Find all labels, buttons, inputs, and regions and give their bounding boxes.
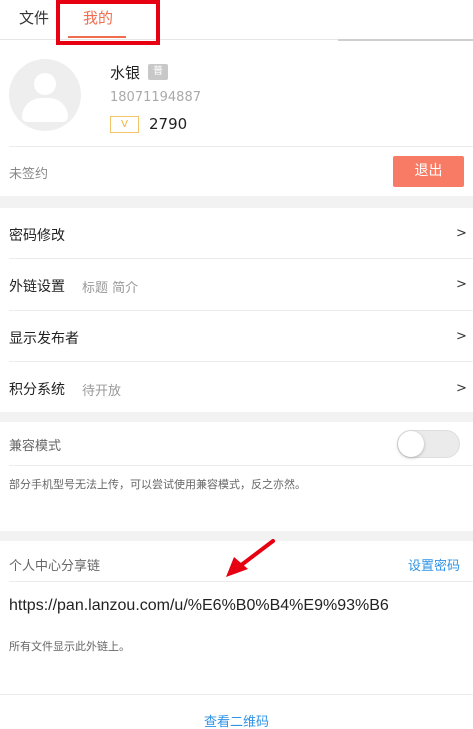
row-subtitle: 标题 简介 — [82, 281, 139, 296]
row-label: 外链设置 — [9, 279, 65, 295]
divider — [9, 258, 473, 259]
row-subtitle: 待开放 — [82, 384, 122, 399]
share-link-title: 个人中心分享链 — [9, 559, 101, 574]
chevron-right-icon: > — [456, 381, 467, 396]
compat-mode-label: 兼容模式 — [9, 439, 62, 454]
divider — [9, 310, 473, 311]
row-label: 显示发布者 — [9, 331, 79, 347]
compat-mode-toggle[interactable] — [397, 430, 460, 458]
username: 水银 — [110, 64, 141, 82]
share-url[interactable]: https://pan.lanzou.com/u/%E6%B0%B4%E9%93… — [9, 597, 389, 615]
divider — [0, 694, 473, 695]
compat-mode-description: 部分手机型号无法上传，可以尝试使用兼容模式，反之亦然。 — [9, 478, 306, 491]
avatar-head-shape — [34, 73, 56, 95]
avatar[interactable] — [9, 59, 81, 131]
annotation-highlight-box — [56, 0, 160, 45]
view-qr-code-link[interactable]: 查看二维码 — [0, 711, 473, 729]
sign-status: 未签约 — [9, 167, 49, 182]
share-note: 所有文件显示此外链上。 — [9, 640, 130, 653]
vip-badge: V — [110, 116, 139, 133]
row-label: 密码修改 — [9, 228, 65, 244]
tab-divider — [338, 39, 473, 41]
chevron-right-icon: > — [456, 277, 467, 292]
divider — [9, 146, 473, 147]
divider — [9, 361, 473, 362]
avatar-body-shape — [22, 98, 68, 122]
annotation-arrow-icon — [226, 539, 275, 577]
points-value: 2790 — [149, 115, 188, 133]
logout-button[interactable]: 退出 — [393, 156, 464, 187]
chevron-right-icon: > — [456, 226, 467, 241]
phone-number: 18071194887 — [110, 90, 201, 105]
tab-files[interactable]: 文件 — [19, 7, 49, 28]
toggle-knob — [398, 431, 424, 457]
section-gap — [0, 196, 473, 208]
set-password-link[interactable]: 设置密码 — [408, 555, 460, 574]
row-label: 积分系统 — [9, 382, 65, 398]
chevron-right-icon: > — [456, 329, 467, 344]
divider — [9, 465, 473, 466]
section-gap — [0, 412, 473, 422]
member-badge: 普 — [148, 64, 168, 80]
